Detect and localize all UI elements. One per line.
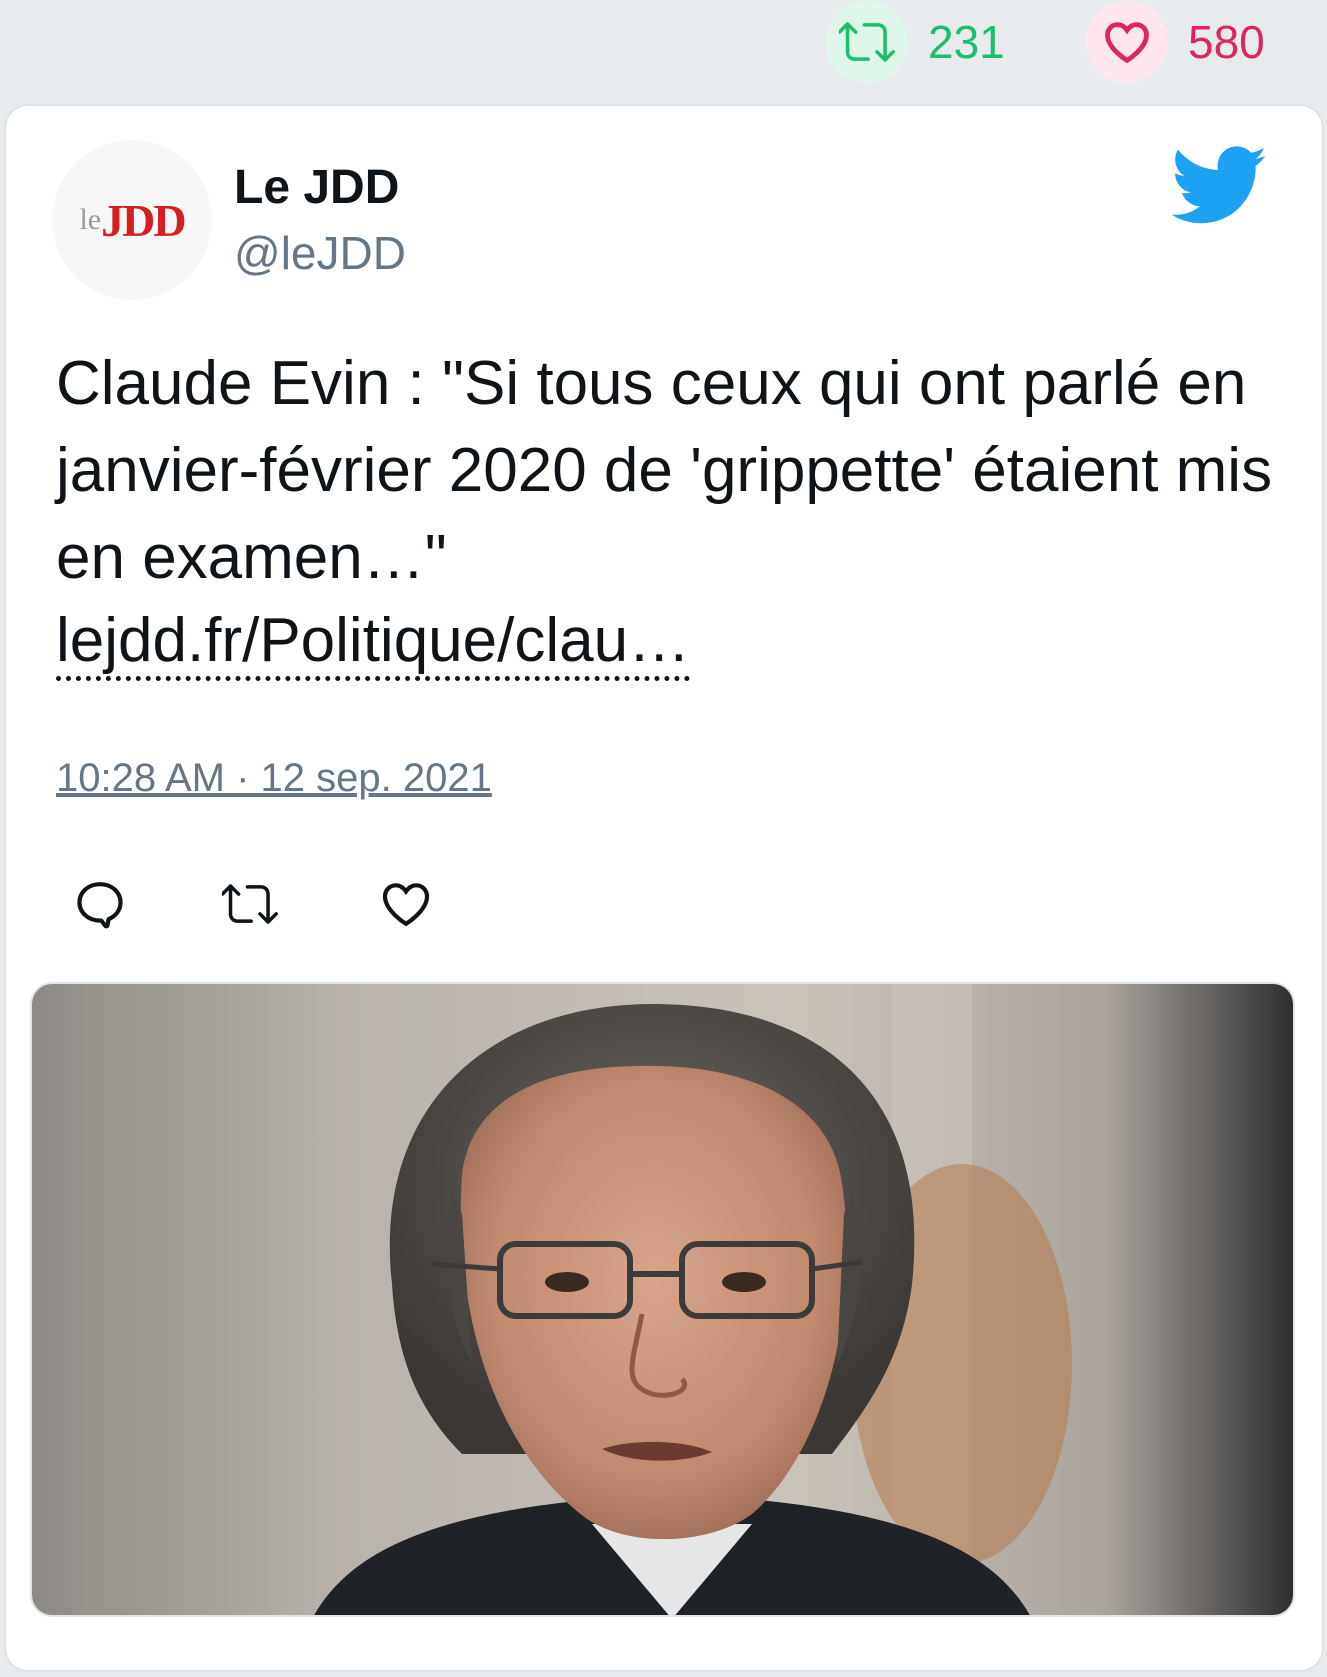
like-count: 580 [1188, 16, 1265, 68]
tweet-timestamp[interactable]: 10:28 AM · 12 sep. 2021 [56, 756, 492, 801]
portrait-photo [32, 984, 1293, 1615]
author-handle[interactable]: @leJDD [234, 226, 406, 280]
avatar-logo-jdd: JDD [101, 194, 186, 246]
tweet-link[interactable]: lejdd.fr/Politique/clau… [56, 606, 691, 681]
tweet-text: Claude Evin : "Si tous ceux qui ont parl… [56, 349, 1273, 592]
heart-icon[interactable] [378, 876, 434, 932]
retweet-icon [826, 1, 908, 83]
avatar[interactable]: le JDD [52, 140, 212, 300]
avatar-logo-le: le [79, 203, 102, 236]
author-name[interactable]: Le JDD [234, 160, 399, 215]
twitter-bird-icon[interactable] [1172, 146, 1268, 226]
tweet-media-photo[interactable] [30, 982, 1295, 1617]
retweet-stat[interactable]: 231 [826, 0, 1005, 84]
retweet-count: 231 [928, 16, 1005, 68]
heart-icon [1086, 1, 1168, 83]
engagement-bar: 231 580 [0, 0, 1327, 100]
retweet-icon[interactable] [222, 876, 278, 932]
like-stat[interactable]: 580 [1086, 0, 1265, 84]
reply-icon[interactable] [72, 876, 128, 932]
